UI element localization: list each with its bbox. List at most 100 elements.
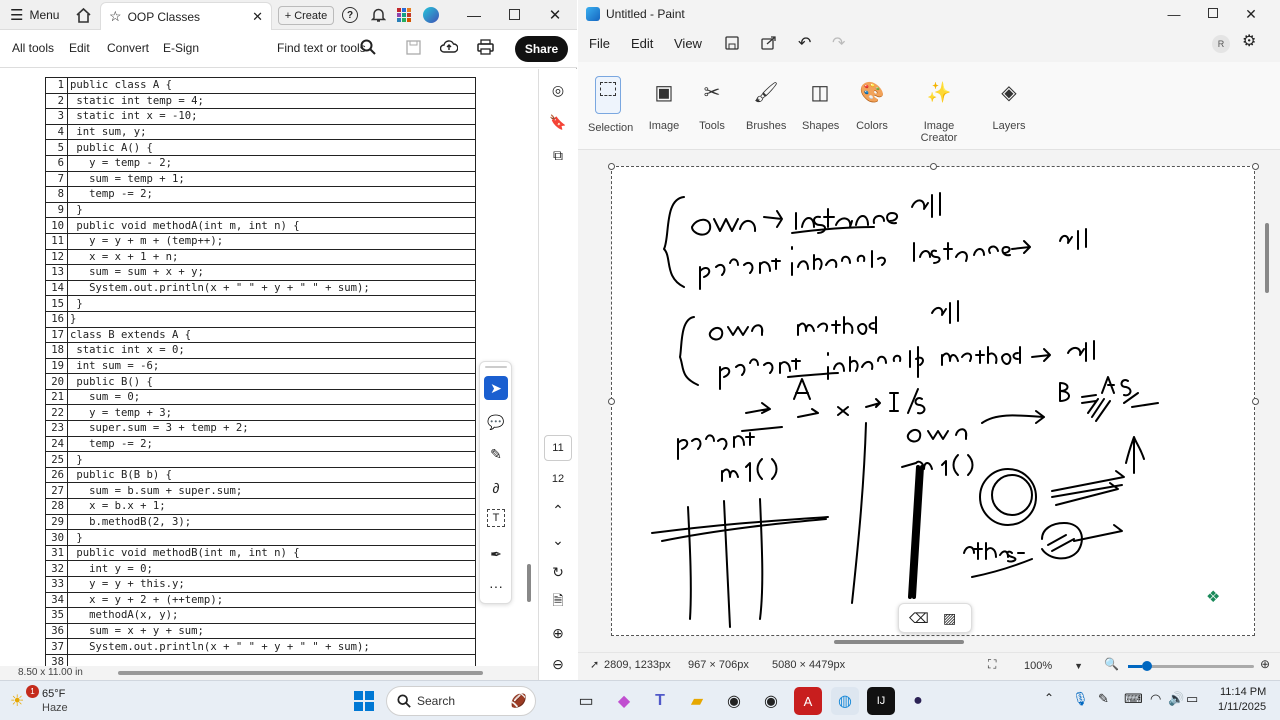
convert-button[interactable]: Convert [107, 41, 149, 55]
selection-group[interactable]: Selection [588, 74, 633, 134]
shapes-group[interactable]: ◫ Shapes [802, 74, 839, 133]
drawing-canvas[interactable]: ⌫ ▨ ❖ [608, 163, 1259, 636]
help-icon[interactable]: ? [342, 7, 358, 23]
clock-date[interactable]: 1/11/2025 [1218, 701, 1266, 713]
create-button[interactable]: + Create [278, 6, 334, 25]
menu-button[interactable]: ☰ Menu [10, 6, 59, 24]
refresh-icon[interactable]: ↻ [547, 561, 569, 583]
canvas-resize-handle[interactable] [1252, 163, 1259, 170]
erase-selection-icon[interactable]: ⌫ [909, 610, 929, 627]
chrome-profile-icon[interactable]: ◉ [757, 687, 785, 715]
brush-icon[interactable]: 🖌 [752, 78, 780, 106]
find-text-or-tools[interactable]: Find text or tools [277, 41, 366, 55]
bell-icon[interactable] [368, 5, 388, 25]
file-menu[interactable]: File [589, 36, 610, 51]
zoom-out-icon[interactable]: ⊖ [547, 653, 569, 675]
show-hidden-icons-chevron[interactable]: ⌃ [1044, 691, 1054, 705]
zoom-slider-thumb[interactable] [1142, 661, 1152, 671]
upload-cloud-icon[interactable] [439, 39, 459, 58]
zoom-slider[interactable] [1128, 661, 1254, 671]
settings-gear-icon[interactable]: ⚙ [1242, 31, 1256, 51]
share-button[interactable]: Share [515, 36, 568, 62]
weather-widget[interactable]: ☀ 1 65°F Haze [10, 685, 90, 717]
prev-page-icon[interactable]: ⌃ [547, 499, 569, 521]
undo-icon[interactable]: ↶ [798, 33, 811, 53]
more-tools-icon[interactable]: ··· [484, 574, 508, 598]
layers-group[interactable]: ◈ Layers [992, 74, 1026, 133]
minimize-icon[interactable]: — [462, 5, 486, 25]
layers-icon[interactable]: ◈ [995, 78, 1023, 106]
next-page-icon[interactable]: ⌄ [547, 529, 569, 551]
taskbar-search[interactable]: Search 🏈 [386, 686, 536, 716]
text-box-icon[interactable]: T [487, 509, 505, 527]
canvas-resize-handle[interactable] [1252, 398, 1259, 405]
esign-button[interactable]: E-Sign [163, 41, 199, 55]
horizontal-scrollbar[interactable] [118, 671, 483, 675]
selection-icon[interactable] [595, 76, 621, 114]
colors-group[interactable]: 🎨 Colors [856, 74, 888, 133]
ai-chat-icon[interactable]: ◎ [547, 79, 569, 101]
brushes-group[interactable]: 🖌 Brushes [746, 74, 786, 133]
comment-icon[interactable]: 💬 [484, 410, 508, 434]
document-tab[interactable]: ☆ OOP Classes ✕ [100, 2, 272, 30]
share-icon[interactable] [761, 35, 777, 53]
save-page-icon[interactable]: 🗎 [547, 591, 569, 613]
select-cursor-icon[interactable]: ➤ [484, 376, 508, 400]
start-button[interactable] [350, 687, 378, 715]
view-menu[interactable]: View [674, 36, 702, 51]
minimize-icon[interactable]: — [1164, 4, 1184, 24]
image-group[interactable]: ▣ Image [646, 74, 682, 133]
account-avatar[interactable]: R [1212, 35, 1230, 53]
home-icon[interactable] [73, 5, 93, 25]
save-icon[interactable] [406, 40, 421, 58]
volume-icon[interactable]: 🔊 [1168, 691, 1184, 707]
canvas-resize-handle[interactable] [930, 163, 937, 170]
copilot-app-icon[interactable]: ◆ [610, 687, 638, 715]
keyboard-icon[interactable]: ⌨ [1124, 691, 1143, 707]
microphone-icon[interactable]: 🎙 [1072, 691, 1089, 707]
fill-sign-icon[interactable]: ✒ [484, 542, 508, 566]
tools-icon[interactable]: ✂ [698, 78, 726, 106]
image-creator-group[interactable]: ✨ Image Creator [906, 74, 972, 145]
image-creator-icon[interactable]: ✨ [925, 78, 953, 106]
bookmark-icon[interactable]: 🔖 [547, 111, 569, 133]
tools-group[interactable]: ✂ Tools [696, 74, 728, 133]
acrobat-taskbar-icon[interactable]: A [794, 687, 822, 715]
close-window-icon[interactable]: ✕ [545, 5, 565, 25]
close-tab-icon[interactable]: ✕ [252, 9, 263, 25]
clock-time[interactable]: 11:14 PM [1220, 686, 1266, 698]
maximize-icon[interactable] [509, 9, 520, 20]
horizontal-scrollbar[interactable] [582, 638, 1261, 646]
paint-taskbar-icon[interactable]: ◍ [831, 687, 859, 715]
apps-grid-icon[interactable] [397, 8, 411, 22]
search-icon[interactable] [360, 39, 376, 58]
image-icon[interactable]: ▣ [650, 78, 678, 106]
file-explorer-icon[interactable]: ▰ [683, 687, 711, 715]
chrome-icon[interactable]: ◉ [720, 687, 748, 715]
task-view-icon[interactable]: ▭ [572, 687, 600, 715]
pen-icon[interactable]: ✎ [1098, 691, 1109, 707]
zoom-out-icon[interactable]: 🔍 [1104, 657, 1119, 671]
zoom-in-icon[interactable]: ⊕ [1260, 657, 1270, 671]
canvas-resize-handle[interactable] [608, 163, 615, 170]
transparent-selection-icon[interactable]: ▨ [943, 610, 956, 627]
copilot-icon[interactable]: ❖ [1206, 587, 1220, 607]
close-window-icon[interactable]: ✕ [1241, 4, 1261, 24]
battery-icon[interactable]: ▭ [1186, 691, 1198, 707]
eclipse-icon[interactable]: ● [904, 687, 932, 715]
ai-assistant-icon[interactable] [423, 7, 439, 23]
zoom-level-dropdown[interactable]: 100% ▼ [1018, 656, 1086, 675]
intellij-icon[interactable]: IJ [867, 687, 895, 715]
edit-button[interactable]: Edit [69, 41, 90, 55]
pdf-scrollbar[interactable] [527, 564, 531, 602]
canvas-resize-handle[interactable] [608, 398, 615, 405]
draw-loop-icon[interactable]: ∂ [484, 476, 508, 500]
highlight-pen-icon[interactable]: ✎ [484, 442, 508, 466]
copy-pages-icon[interactable]: ⧉ [547, 144, 569, 166]
teams-icon[interactable]: T [646, 687, 674, 715]
fit-screen-icon[interactable]: ⛶ [988, 657, 996, 672]
wifi-icon[interactable]: ◠ [1150, 691, 1161, 707]
palette-icon[interactable]: 🎨 [858, 78, 886, 106]
print-icon[interactable] [477, 39, 494, 58]
maximize-icon[interactable] [1208, 8, 1218, 18]
